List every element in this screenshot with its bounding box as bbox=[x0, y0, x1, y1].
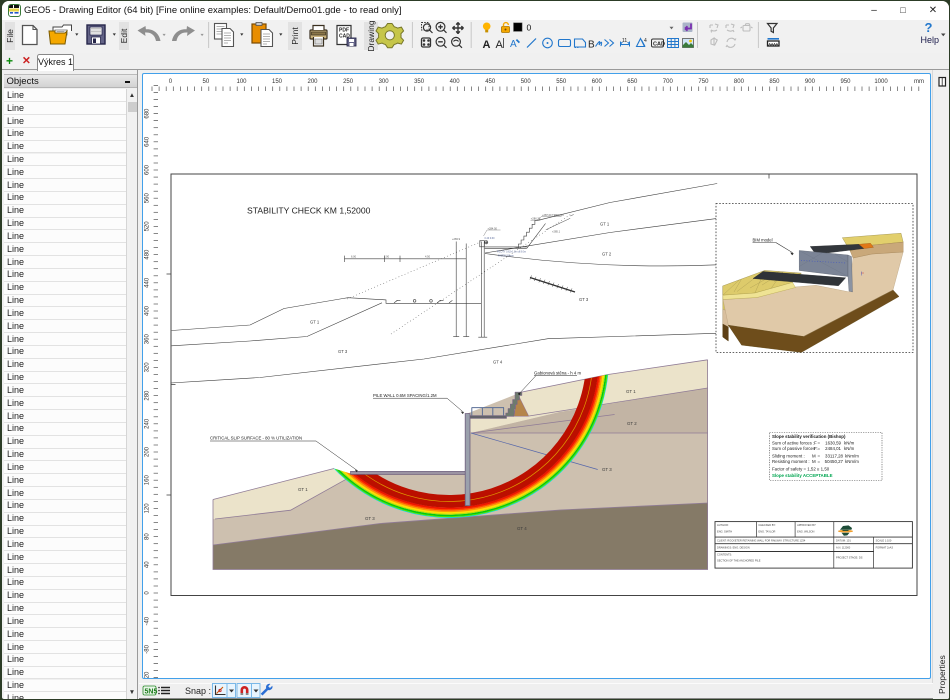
svg-text:Snap :: Snap : bbox=[185, 686, 211, 696]
svg-text:5N5: 5N5 bbox=[145, 689, 158, 696]
